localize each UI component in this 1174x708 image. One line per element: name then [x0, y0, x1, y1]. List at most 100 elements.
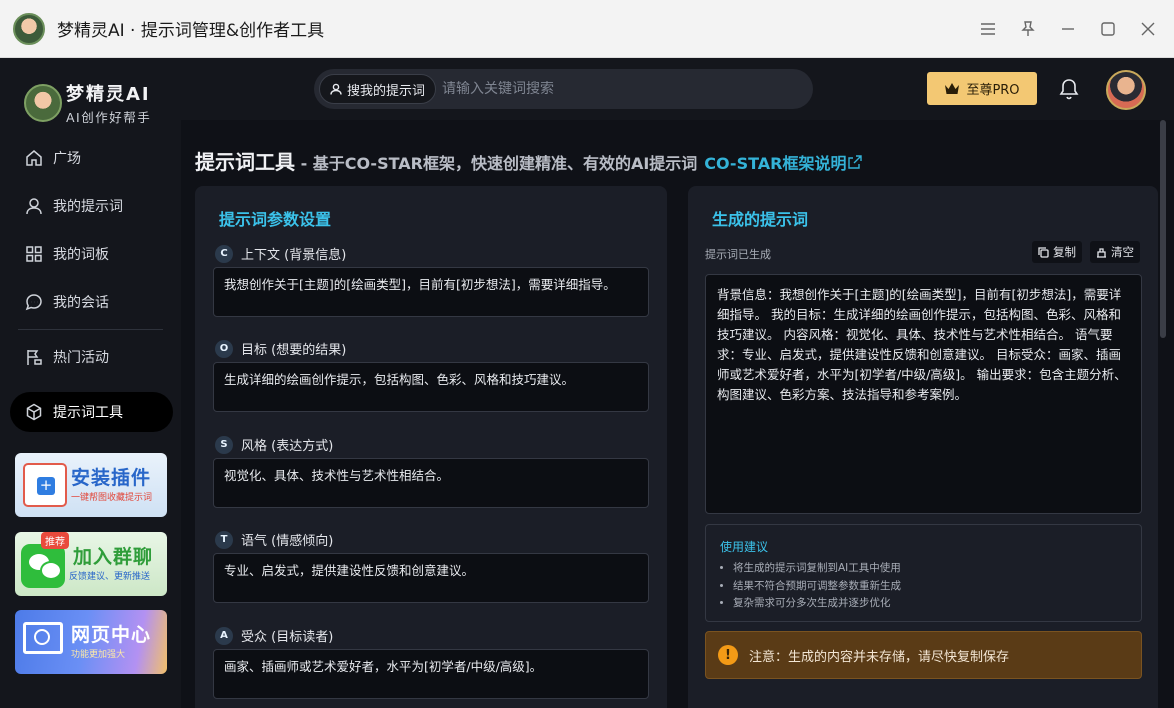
- plugin-icon: [23, 463, 67, 507]
- audience-field[interactable]: 画家、插画师或艺术爱好者，水平为[初学者/中级/高级]。: [213, 649, 649, 699]
- sidebar-item-label: 我的词板: [53, 247, 109, 263]
- menu-icon[interactable]: [968, 9, 1008, 49]
- generation-status: 提示词已生成: [705, 248, 771, 261]
- field-label-text: 目标 (想要的结果): [241, 343, 347, 358]
- tip-item: 将生成的提示词复制到AI工具中使用: [733, 560, 901, 578]
- grid-icon: [26, 246, 42, 262]
- sidebar-item-hot-events[interactable]: 热门活动: [10, 337, 173, 377]
- tip-item: 复杂需求可分多次生成并逐步优化: [733, 595, 901, 613]
- params-heading: 提示词参数设置: [219, 210, 332, 229]
- clear-icon: [1097, 247, 1106, 258]
- copy-button[interactable]: 复制: [1032, 241, 1082, 263]
- main-content: 提示词工具 - 基于CO-STAR框架，快速创建精准、有效的AI提示词 CO-S…: [181, 120, 1174, 708]
- generated-prompt-text[interactable]: 背景信息：我想创作关于[主题]的[绘画类型]，目前有[初步想法]，需要详细指导。…: [705, 274, 1142, 514]
- field-label-objective: O 目标 (想要的结果): [215, 339, 346, 358]
- search-input[interactable]: [442, 81, 763, 97]
- field-label-text: 风格 (表达方式): [241, 439, 334, 454]
- sidebar-item-prompt-tool[interactable]: 提示词工具: [10, 392, 173, 432]
- letter-badge: A: [215, 626, 233, 645]
- pro-button[interactable]: 至尊PRO: [927, 72, 1037, 105]
- brand-name: 梦精灵AI: [66, 84, 151, 105]
- field-label-tone: T 语气 (情感倾向): [215, 530, 333, 549]
- window-controls: [968, 9, 1174, 49]
- sidebar-item-label: 提示词工具: [53, 405, 123, 421]
- letter-badge: T: [215, 530, 233, 549]
- sidebar-item-my-chats[interactable]: 我的会话: [10, 282, 173, 322]
- home-icon: [26, 150, 42, 166]
- title-bar: 梦精灵AI · 提示词管理&创作者工具: [0, 0, 1174, 58]
- search-chip-label: 搜我的提示词: [347, 83, 426, 99]
- field-label-text: 上下文 (背景信息): [241, 248, 347, 263]
- costar-link-label: CO-STAR框架说明: [704, 154, 847, 173]
- user-icon: [26, 198, 42, 215]
- sidebar-item-square[interactable]: 广场: [10, 138, 173, 178]
- promo-title: 安装插件: [71, 467, 152, 489]
- flag-icon: [27, 350, 42, 365]
- monitor-icon: [23, 622, 63, 654]
- field-label-audience: A 受众 (目标读者): [215, 626, 333, 645]
- search-scope-chip[interactable]: 搜我的提示词: [319, 74, 437, 104]
- crown-icon: [945, 82, 960, 94]
- user-icon: [330, 83, 342, 95]
- copy-icon: [1038, 246, 1049, 258]
- sidebar-divider: [18, 329, 163, 330]
- clear-button[interactable]: 清空: [1090, 241, 1140, 263]
- promo-subtitle: 一键帮图收藏提示词: [71, 493, 153, 503]
- page-title-dash: -: [295, 154, 313, 173]
- tone-field[interactable]: 专业、启发式，提供建设性反馈和创意建议。: [213, 553, 649, 603]
- sidebar-item-my-prompts[interactable]: 我的提示词: [10, 186, 173, 226]
- sidebar: 梦精灵AI AI创作好帮手 广场 我的提示词 我的词板 我的会话 热门活动 提示…: [0, 58, 181, 708]
- usage-tips: 使用建议 将生成的提示词复制到AI工具中使用 结果不符合预期可调整参数重新生成 …: [705, 524, 1142, 622]
- promo-install-plugin[interactable]: 安装插件 一键帮图收藏提示词: [15, 453, 167, 517]
- wechat-icon: [21, 544, 65, 588]
- search-bar: 搜我的提示词: [314, 69, 813, 109]
- sidebar-item-label: 我的会话: [53, 295, 109, 311]
- chat-icon: [25, 294, 42, 311]
- page-title-main: 提示词工具: [195, 150, 295, 174]
- promo-subtitle: 反馈建议、更新推送: [69, 572, 151, 582]
- tip-item: 结果不符合预期可调整参数重新生成: [733, 578, 901, 596]
- style-field[interactable]: 视觉化、具体、技术性与艺术性相结合。: [213, 458, 649, 508]
- promo-subtitle: 功能更加强大: [71, 650, 126, 660]
- external-link-icon: [848, 155, 863, 169]
- sidebar-item-label: 我的提示词: [53, 199, 123, 215]
- window-title: 梦精灵AI · 提示词管理&创作者工具: [57, 21, 325, 41]
- minimize-icon[interactable]: [1048, 9, 1088, 49]
- promo-web-center[interactable]: 网页中心 功能更加强大: [15, 610, 167, 674]
- sidebar-item-my-boards[interactable]: 我的词板: [10, 234, 173, 274]
- warning-banner: ! 注意：生成的内容并未存储，请尽快复制保存: [705, 631, 1142, 679]
- promo-title: 加入群聊: [73, 546, 154, 568]
- letter-badge: S: [215, 435, 233, 454]
- page-subtitle: 基于CO-STAR框架，快速创建精准、有效的AI提示词: [312, 154, 698, 173]
- warning-icon: !: [718, 645, 738, 665]
- pro-label: 至尊PRO: [966, 83, 1020, 98]
- params-panel: 提示词参数设置 C 上下文 (背景信息) 我想创作关于[主题]的[绘画类型]，目…: [195, 186, 667, 708]
- tips-title: 使用建议: [720, 540, 769, 554]
- sidebar-item-label: 热门活动: [53, 350, 109, 366]
- top-header: 搜我的提示词 至尊PRO: [181, 58, 1174, 120]
- page-title: 提示词工具 - 基于CO-STAR框架，快速创建精准、有效的AI提示词 CO-S…: [195, 146, 863, 175]
- field-label-style: S 风格 (表达方式): [215, 435, 333, 454]
- field-label-context: C 上下文 (背景信息): [215, 244, 346, 263]
- costar-link[interactable]: CO-STAR框架说明: [704, 154, 863, 173]
- close-icon[interactable]: [1128, 9, 1168, 49]
- letter-badge: C: [215, 244, 233, 263]
- warning-text: 注意：生成的内容并未存储，请尽快复制保存: [749, 649, 1010, 665]
- copy-label: 复制: [1053, 245, 1076, 259]
- maximize-icon[interactable]: [1088, 9, 1128, 49]
- recommend-badge: 推荐: [41, 532, 69, 549]
- pin-icon[interactable]: [1008, 9, 1048, 49]
- objective-field[interactable]: 生成详细的绘画创作提示，包括构图、色彩、风格和技巧建议。: [213, 362, 649, 412]
- brand-avatar: [24, 84, 62, 122]
- promo-join-group[interactable]: 推荐 加入群聊 反馈建议、更新推送: [15, 532, 167, 596]
- sidebar-item-label: 广场: [53, 151, 81, 167]
- user-avatar[interactable]: [1106, 70, 1146, 110]
- field-label-text: 受众 (目标读者): [241, 630, 334, 645]
- context-field[interactable]: 我想创作关于[主题]的[绘画类型]，目前有[初步想法]，需要详细指导。: [213, 267, 649, 317]
- bell-icon[interactable]: [1059, 78, 1079, 104]
- output-heading: 生成的提示词: [712, 210, 809, 229]
- output-panel: 生成的提示词 提示词已生成 复制 清空 背景信息：我想创作关于[主题]的[绘画类…: [688, 186, 1158, 708]
- clear-label: 清空: [1111, 245, 1134, 259]
- brand[interactable]: 梦精灵AI AI创作好帮手: [24, 80, 151, 126]
- scrollbar[interactable]: [1160, 120, 1166, 338]
